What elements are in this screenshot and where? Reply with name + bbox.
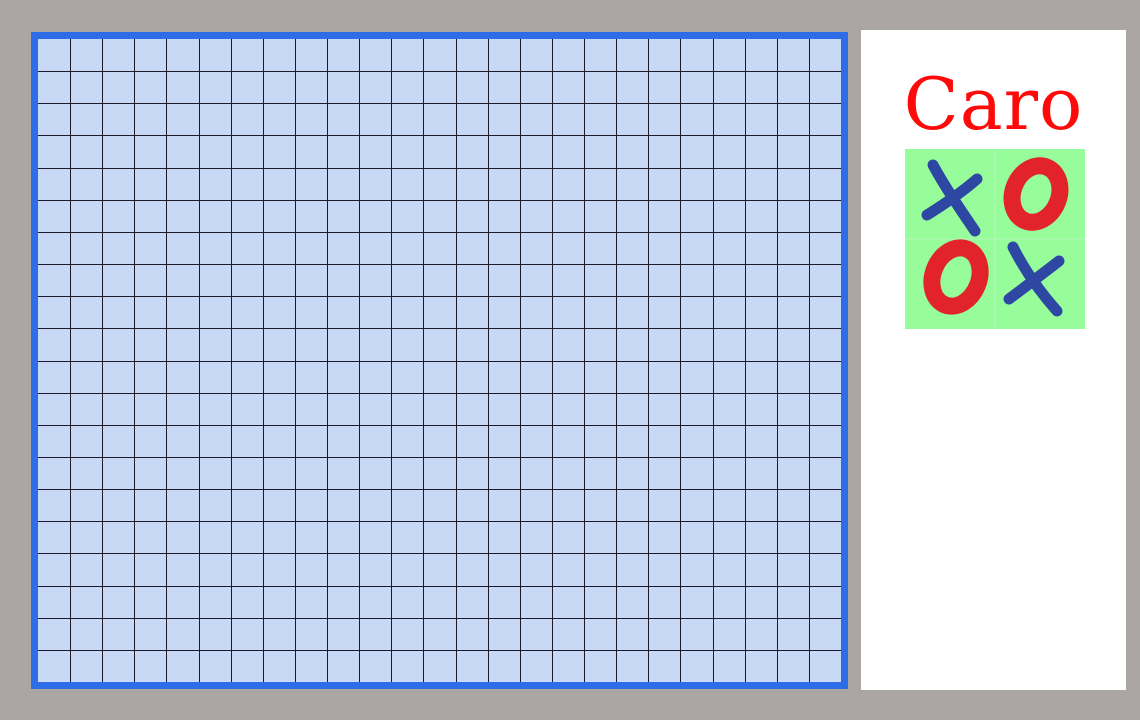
board-grid[interactable] — [38, 39, 841, 682]
tic-tac-toe-logo — [905, 149, 1085, 329]
game-board[interactable] — [31, 32, 848, 689]
side-panel: Caro — [861, 30, 1126, 690]
game-title: Caro — [903, 62, 1084, 146]
